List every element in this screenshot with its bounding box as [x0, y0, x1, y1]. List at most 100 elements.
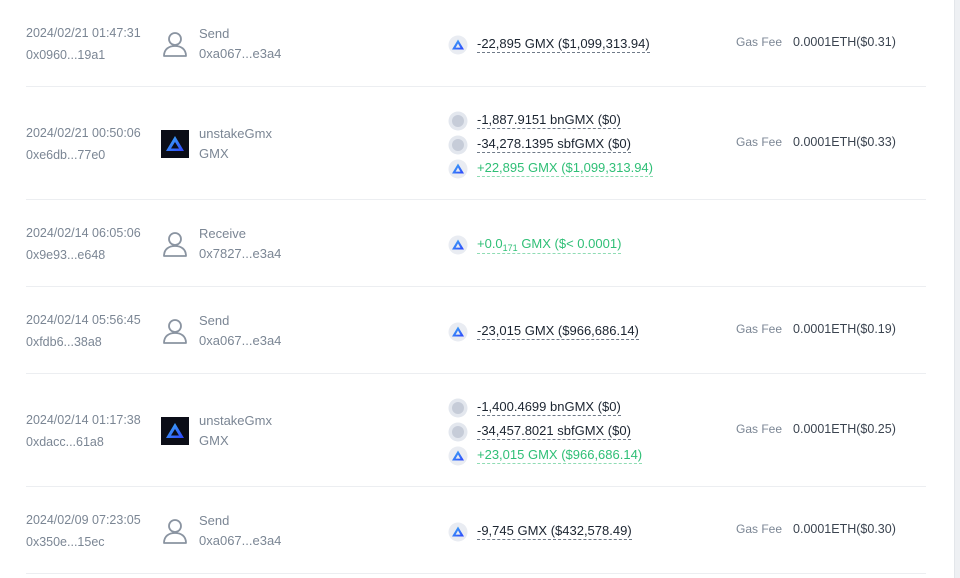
tx-action-address[interactable]: 0x7827...e3a4 [199, 244, 281, 264]
tx-hash-link[interactable]: 0xe6db...77e0 [26, 147, 156, 163]
token-amount[interactable]: -23,015 GMX ($966,686.14) [477, 323, 639, 340]
tx-hash-link[interactable]: 0xdacc...61a8 [26, 434, 156, 450]
gas-fee-label: Gas Fee [736, 134, 783, 149]
tx-action-name: Send [199, 25, 230, 41]
token-amount-prefix: +0.0 [477, 235, 503, 251]
tx-token-changes: +0.0171 GMX ($< 0.0001) [448, 233, 708, 257]
token-change-item: +23,015 GMX ($966,686.14) [448, 444, 708, 468]
gmx-token-icon [448, 235, 468, 255]
transaction-row: 2024/02/14 05:56:45 0xfdb6...38a8 Send 0xa0… [26, 287, 926, 374]
token-change-item: -22,895 GMX ($1,099,313.94) [448, 33, 708, 57]
tx-gas-fee: Gas Fee 0.0001ETH($0.30) [736, 522, 926, 536]
gmx-token-icon [448, 322, 468, 342]
tx-hash-link[interactable]: 0x0960...19a1 [26, 47, 156, 63]
tx-hash-link[interactable]: 0x9e93...e648 [26, 247, 156, 263]
tx-time-block: 2024/02/21 01:47:31 0x0960...19a1 [26, 25, 156, 63]
token-amount[interactable]: -1,887.9151 bnGMX ($0) [477, 112, 621, 129]
gmx-token-icon [448, 446, 468, 466]
transaction-row: 2024/02/21 01:47:31 0x0960...19a1 Send 0xa0… [26, 0, 926, 87]
tx-timestamp: 2024/02/14 06:05:06 [26, 225, 141, 240]
tx-timestamp: 2024/02/21 00:50:06 [26, 125, 141, 140]
tx-action-address[interactable]: 0xa067...e3a4 [199, 531, 281, 551]
token-amount[interactable]: -1,400.4699 bnGMX ($0) [477, 399, 621, 416]
token-amount[interactable]: -34,278.1395 sbfGMX ($0) [477, 136, 631, 153]
tx-action-block: unstakeGmx GMX [161, 411, 421, 451]
gmx-token-icon [448, 35, 468, 55]
token-change-item: -34,457.8021 sbfGMX ($0) [448, 420, 708, 444]
transaction-row: 2024/02/14 06:05:06 0x9e93...e648 Receive 0… [26, 200, 926, 287]
token-amount-zero-count: 171 [502, 242, 518, 253]
generic-token-icon [448, 398, 468, 418]
tx-action-name: Receive [199, 225, 246, 241]
gas-fee-label: Gas Fee [736, 34, 783, 49]
gas-fee-value: 0.0001ETH($0.31) [793, 34, 896, 49]
tx-action-text: unstakeGmx GMX [199, 411, 272, 451]
tx-gas-fee: Gas Fee 0.0001ETH($0.33) [736, 135, 926, 149]
generic-token-icon [448, 422, 468, 442]
tx-token-changes: -1,887.9151 bnGMX ($0) -34,278.1395 sbfGM… [448, 109, 708, 181]
tx-hash-link[interactable]: 0xfdb6...38a8 [26, 334, 156, 350]
token-change-item: -1,400.4699 bnGMX ($0) [448, 396, 708, 420]
tx-token-changes: -9,745 GMX ($432,578.49) [448, 520, 708, 544]
tx-timestamp: 2024/02/09 07:23:05 [26, 512, 141, 527]
generic-token-icon [448, 135, 468, 155]
tx-action-block: Send 0xa067...e3a4 [161, 311, 421, 351]
tx-time-block: 2024/02/14 01:17:38 0xdacc...61a8 [26, 412, 156, 450]
gmx-token-icon [448, 159, 468, 179]
gas-fee-label: Gas Fee [736, 521, 783, 536]
gmx-logo-icon [161, 129, 189, 158]
tx-action-block: unstakeGmx GMX [161, 124, 421, 164]
tx-token-changes: -1,400.4699 bnGMX ($0) -34,457.8021 sbfGM… [448, 396, 708, 468]
token-amount[interactable]: +23,015 GMX ($966,686.14) [477, 447, 643, 464]
token-amount[interactable]: +0.0171 GMX ($< 0.0001) [477, 235, 622, 254]
gas-fee-value: 0.0001ETH($0.19) [793, 321, 896, 336]
tx-time-block: 2024/02/21 00:50:06 0xe6db...77e0 [26, 125, 156, 163]
user-icon [161, 30, 189, 58]
token-change-item: -34,278.1395 sbfGMX ($0) [448, 133, 708, 157]
tx-time-block: 2024/02/14 05:56:45 0xfdb6...38a8 [26, 312, 156, 350]
scrollbar-track[interactable] [954, 0, 960, 578]
tx-time-block: 2024/02/14 06:05:06 0x9e93...e648 [26, 225, 156, 263]
tx-gas-fee: Gas Fee 0.0001ETH($0.31) [736, 35, 926, 49]
user-icon [161, 517, 189, 545]
gas-fee-value: 0.0001ETH($0.30) [793, 521, 896, 536]
tx-action-block: Send 0xa067...e3a4 [161, 24, 421, 64]
tx-action-address[interactable]: GMX [199, 144, 272, 164]
tx-action-name: unstakeGmx [199, 412, 272, 428]
token-change-item: -9,745 GMX ($432,578.49) [448, 520, 708, 544]
tx-time-block: 2024/02/09 07:23:05 0x350e...15ec [26, 512, 156, 550]
transaction-row: 2024/02/09 07:23:05 0x350e...15ec Send 0xa0… [26, 487, 926, 574]
token-change-item: -23,015 GMX ($966,686.14) [448, 320, 708, 344]
tx-gas-fee: Gas Fee 0.0001ETH($0.25) [736, 422, 926, 436]
token-amount[interactable]: -22,895 GMX ($1,099,313.94) [477, 36, 650, 53]
tx-action-name: unstakeGmx [199, 125, 272, 141]
user-icon [161, 230, 189, 258]
tx-timestamp: 2024/02/14 05:56:45 [26, 312, 141, 327]
tx-action-address[interactable]: 0xa067...e3a4 [199, 331, 281, 351]
gmx-logo-icon [161, 416, 189, 445]
gas-fee-value: 0.0001ETH($0.33) [793, 134, 896, 149]
token-amount-suffix: GMX ($< 0.0001) [517, 235, 622, 251]
token-change-item: -1,887.9151 bnGMX ($0) [448, 109, 708, 133]
tx-action-block: Send 0xa067...e3a4 [161, 511, 421, 551]
token-amount[interactable]: -9,745 GMX ($432,578.49) [477, 523, 632, 540]
token-amount[interactable]: +22,895 GMX ($1,099,313.94) [477, 160, 653, 177]
transaction-history-page: 2024/02/21 01:47:31 0x0960...19a1 Send 0xa0… [0, 0, 960, 578]
token-change-item: +0.0171 GMX ($< 0.0001) [448, 233, 708, 257]
tx-action-address[interactable]: GMX [199, 431, 272, 451]
tx-action-text: Receive 0x7827...e3a4 [199, 224, 281, 264]
gas-fee-label: Gas Fee [736, 421, 783, 436]
tx-action-address[interactable]: 0xa067...e3a4 [199, 44, 281, 64]
gas-fee-value: 0.0001ETH($0.25) [793, 421, 896, 436]
gas-fee-label: Gas Fee [736, 321, 783, 336]
tx-action-name: Send [199, 512, 230, 528]
tx-timestamp: 2024/02/21 01:47:31 [26, 25, 141, 40]
tx-action-text: Send 0xa067...e3a4 [199, 24, 281, 64]
tx-action-block: Receive 0x7827...e3a4 [161, 224, 421, 264]
tx-gas-fee: Gas Fee 0.0001ETH($0.19) [736, 322, 926, 336]
token-change-item: +22,895 GMX ($1,099,313.94) [448, 157, 708, 181]
token-amount[interactable]: -34,457.8021 sbfGMX ($0) [477, 423, 631, 440]
tx-hash-link[interactable]: 0x350e...15ec [26, 534, 156, 550]
transaction-row: 2024/02/14 01:17:38 0xdacc...61a8 unstakeG… [26, 374, 926, 487]
generic-token-icon [448, 111, 468, 131]
